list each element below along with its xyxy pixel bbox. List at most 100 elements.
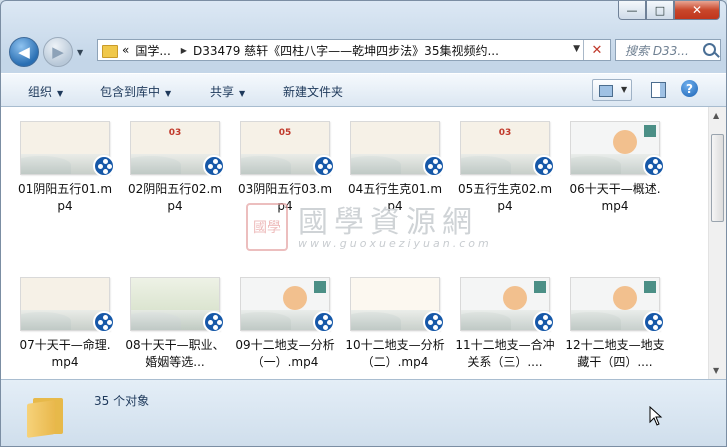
- close-button[interactable]: ✕: [674, 1, 720, 20]
- file-name: 11十二地支—合冲关系（三）....: [455, 338, 555, 369]
- chevron-down-icon: ▼: [165, 89, 172, 98]
- explorer-window: — □ ✕ ◀ ▶ ▼ « 国学... ▶ D33479 慈轩《四柱八字——乾坤…: [0, 0, 727, 447]
- details-pane: 35 个对象: [1, 379, 726, 446]
- search-placeholder: 搜索 D33...: [625, 43, 689, 58]
- file-item[interactable]: 01阴阳五行01.mp4: [15, 121, 115, 215]
- thumbnail-wrap: [125, 277, 225, 333]
- breadcrumb-root[interactable]: 国学...: [135, 42, 170, 59]
- folder-front: [27, 400, 55, 438]
- item-count: 35 个对象: [94, 394, 150, 408]
- thumb-tag: [644, 281, 656, 293]
- caption-buttons: — □ ✕: [618, 1, 720, 20]
- file-name: 04五行生克01.mp4: [347, 182, 443, 213]
- video-file-icon: [423, 311, 445, 333]
- file-name: 03阴阳五行03.mp4: [237, 182, 333, 213]
- thumbnail-wrap: [455, 277, 555, 333]
- share-button[interactable]: 共享 ▼: [210, 83, 245, 100]
- thumb-slide-number: 03: [168, 128, 182, 138]
- file-name: 01阴阳五行01.mp4: [17, 182, 113, 213]
- thumbnail-wrap: [345, 277, 445, 333]
- file-name: 08十天干—职业、婚姻等选...: [125, 338, 225, 369]
- video-file-icon: [93, 155, 115, 177]
- change-view-button[interactable]: ▼: [592, 79, 632, 101]
- file-item[interactable]: 04五行生克01.mp4: [345, 121, 445, 215]
- scroll-up-icon[interactable]: ▲: [713, 111, 719, 120]
- video-file-icon: [643, 155, 665, 177]
- thumbnail-wrap: [15, 121, 115, 177]
- thumb-sun: [613, 286, 637, 310]
- navigation-bar: ◀ ▶ ▼ « 国学... ▶ D33479 慈轩《四柱八字——乾坤四步法》35…: [1, 35, 726, 67]
- preview-pane-button[interactable]: [651, 82, 666, 98]
- stop-button[interactable]: ✕: [583, 40, 610, 60]
- thumb-tag: [314, 281, 326, 293]
- breadcrumb-current[interactable]: D33479 慈轩《四柱八字——乾坤四步法》35集视频约...: [193, 42, 499, 59]
- maximize-button[interactable]: □: [646, 1, 674, 20]
- file-name: 12十二地支—地支藏干（四）....: [565, 338, 665, 369]
- thumb-sun: [613, 130, 637, 154]
- video-file-icon: [313, 155, 335, 177]
- file-item[interactable]: 08十天干—职业、婚姻等选...: [125, 277, 225, 371]
- video-file-icon: [93, 311, 115, 333]
- file-name: 07十天干—命理.mp4: [19, 338, 111, 369]
- video-file-icon: [203, 155, 225, 177]
- thumb-tag: [644, 125, 656, 137]
- breadcrumb-arrow-icon[interactable]: ▶: [181, 46, 187, 55]
- thumb-slide-number: 05: [278, 128, 292, 138]
- thumbnail-wrap: [345, 121, 445, 177]
- forward-button[interactable]: ▶: [43, 37, 73, 67]
- file-item[interactable]: 12十二地支—地支藏干（四）....: [565, 277, 665, 371]
- arrow-left-icon: ◀: [18, 43, 30, 61]
- video-file-icon: [203, 311, 225, 333]
- thumb-sun: [503, 286, 527, 310]
- organize-button[interactable]: 组织 ▼: [28, 83, 63, 100]
- chevron-down-icon: ▼: [239, 89, 246, 98]
- thumbnail-wrap: [235, 277, 335, 333]
- thumb-sun: [283, 286, 307, 310]
- search-box[interactable]: 搜索 D33...: [615, 39, 721, 61]
- watermark-url: www.guoxueziyuan.com: [298, 237, 492, 250]
- file-name: 10十二地支—分析（二）.mp4: [345, 338, 445, 369]
- vertical-scrollbar[interactable]: ▲ ▼: [708, 107, 726, 379]
- thumbnail-wrap: 03: [125, 121, 225, 177]
- thumb-tag: [534, 281, 546, 293]
- video-file-icon: [533, 311, 555, 333]
- file-list: 01阴阳五行01.mp4 03 02阴阳五行02.mp4 05 03阴阳五行03.mp4…: [1, 107, 726, 379]
- video-file-icon: [423, 155, 445, 177]
- view-icon: [599, 85, 613, 97]
- arrow-right-icon: ▶: [52, 43, 64, 61]
- folder-icon: [27, 392, 67, 438]
- file-name: 09十二地支—分析（一）.mp4: [235, 338, 335, 369]
- file-item[interactable]: 06十天干—概述.mp4: [565, 121, 665, 215]
- file-item[interactable]: 03 02阴阳五行02.mp4: [125, 121, 225, 215]
- recent-pages-dropdown[interactable]: ▼: [77, 48, 83, 57]
- address-bar[interactable]: « 国学... ▶ D33479 慈轩《四柱八字——乾坤四步法》35集视频约..…: [97, 39, 611, 61]
- video-file-icon: [533, 155, 555, 177]
- search-icon[interactable]: [703, 43, 716, 56]
- back-button[interactable]: ◀: [9, 37, 39, 67]
- file-name: 02阴阳五行02.mp4: [127, 182, 223, 213]
- file-item[interactable]: 07十天干—命理.mp4: [15, 277, 115, 371]
- help-button[interactable]: ?: [681, 80, 698, 97]
- thumbnail-wrap: [565, 121, 665, 177]
- chevron-down-icon[interactable]: ▼: [621, 85, 627, 94]
- thumbnail-wrap: [15, 277, 115, 333]
- thumbnail-wrap: 05: [235, 121, 335, 177]
- include-in-library-button[interactable]: 包含到库中 ▼: [100, 83, 171, 100]
- file-name: 06十天干—概述.mp4: [569, 182, 661, 213]
- folder-icon: [102, 44, 118, 58]
- file-item[interactable]: 05 03阴阳五行03.mp4: [235, 121, 335, 215]
- minimize-button[interactable]: —: [618, 1, 646, 20]
- file-item[interactable]: 11十二地支—合冲关系（三）....: [455, 277, 555, 371]
- thumb-slide-number: 03: [498, 128, 512, 138]
- thumbnail-wrap: 03: [455, 121, 555, 177]
- command-bar: 组织 ▼ 包含到库中 ▼ 共享 ▼ 新建文件夹 ▼ ?: [1, 73, 726, 107]
- scroll-thumb[interactable]: [711, 134, 724, 222]
- history-chevron[interactable]: «: [122, 43, 129, 57]
- file-item[interactable]: 10十二地支—分析（二）.mp4: [345, 277, 445, 371]
- new-folder-button[interactable]: 新建文件夹: [283, 83, 343, 100]
- file-item[interactable]: 09十二地支—分析（一）.mp4: [235, 277, 335, 371]
- scroll-down-icon[interactable]: ▼: [713, 366, 719, 375]
- address-dropdown-icon[interactable]: ▼: [573, 44, 580, 54]
- chevron-down-icon: ▼: [57, 89, 64, 98]
- file-item[interactable]: 03 05五行生克02.mp4: [455, 121, 555, 215]
